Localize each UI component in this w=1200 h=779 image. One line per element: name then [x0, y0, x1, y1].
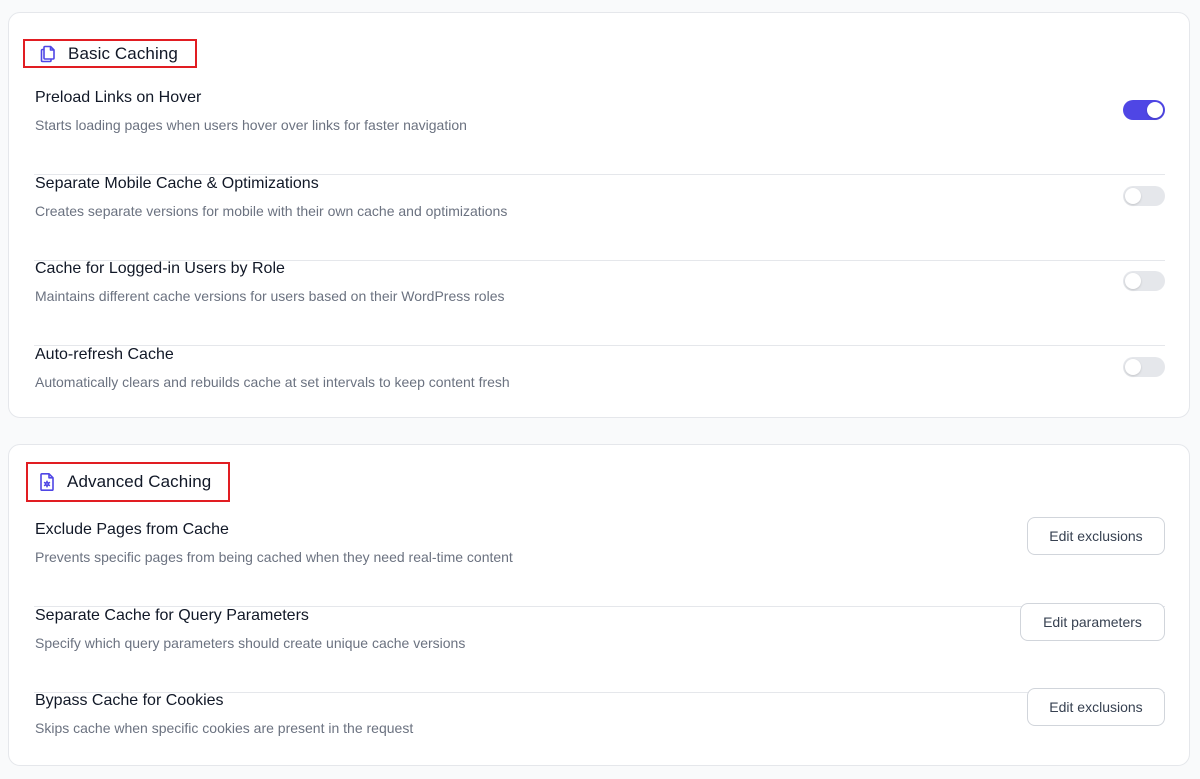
setting-title: Auto-refresh Cache — [35, 346, 174, 363]
setting-description: Maintains different cache versions for u… — [35, 288, 505, 304]
basic-caching-header: Basic Caching — [23, 39, 197, 68]
edit-parameters-button[interactable]: Edit parameters — [1020, 603, 1165, 641]
setting-title: Bypass Cache for Cookies — [35, 692, 224, 709]
setting-title: Cache for Logged-in Users by Role — [35, 260, 285, 277]
toggle-knob — [1125, 188, 1141, 204]
setting-row-bypass-cookies: Bypass Cache for Cookies Skips cache whe… — [34, 688, 1165, 742]
section-title: Basic Caching — [68, 43, 178, 63]
setting-row-auto-refresh: Auto-refresh Cache Automatically clears … — [34, 346, 1165, 396]
section-title: Advanced Caching — [67, 472, 212, 491]
toggle-knob — [1125, 359, 1141, 375]
setting-title: Exclude Pages from Cache — [35, 521, 229, 538]
setting-row-logged-in-cache: Cache for Logged-in Users by Role Mainta… — [34, 260, 1165, 346]
setting-title: Separate Mobile Cache & Optimizations — [35, 175, 319, 192]
setting-description: Specify which query parameters should cr… — [35, 635, 466, 651]
setting-description: Creates separate versions for mobile wit… — [35, 203, 508, 219]
setting-description: Starts loading pages when users hover ov… — [35, 117, 467, 133]
basic-caching-card: Basic Caching Preload Links on Hover Sta… — [8, 12, 1190, 418]
setting-row-exclude-pages: Exclude Pages from Cache Prevents specif… — [34, 517, 1165, 607]
setting-title: Preload Links on Hover — [35, 89, 202, 106]
copy-files-icon — [38, 44, 58, 64]
setting-description: Prevents specific pages from being cache… — [35, 549, 513, 565]
setting-title: Separate Cache for Query Parameters — [35, 607, 309, 624]
setting-description: Skips cache when specific cookies are pr… — [35, 720, 414, 736]
advanced-caching-card: Advanced Caching Exclude Pages from Cach… — [8, 444, 1190, 766]
logged-in-cache-toggle[interactable] — [1123, 271, 1165, 291]
toggle-knob — [1125, 273, 1141, 289]
setting-description: Automatically clears and rebuilds cache … — [35, 374, 510, 390]
edit-cookie-exclusions-button[interactable]: Edit exclusions — [1027, 688, 1165, 726]
setting-row-preload-links: Preload Links on Hover Starts loading pa… — [34, 89, 1165, 175]
edit-exclusions-button[interactable]: Edit exclusions — [1027, 517, 1165, 555]
advanced-caching-header: Advanced Caching — [26, 462, 230, 502]
setting-row-mobile-cache: Separate Mobile Cache & Optimizations Cr… — [34, 175, 1165, 261]
toggle-knob — [1147, 102, 1163, 118]
mobile-cache-toggle[interactable] — [1123, 186, 1165, 206]
file-settings-icon — [37, 472, 57, 492]
setting-row-query-parameters: Separate Cache for Query Parameters Spec… — [34, 603, 1165, 693]
auto-refresh-toggle[interactable] — [1123, 357, 1165, 377]
preload-links-toggle[interactable] — [1123, 100, 1165, 120]
